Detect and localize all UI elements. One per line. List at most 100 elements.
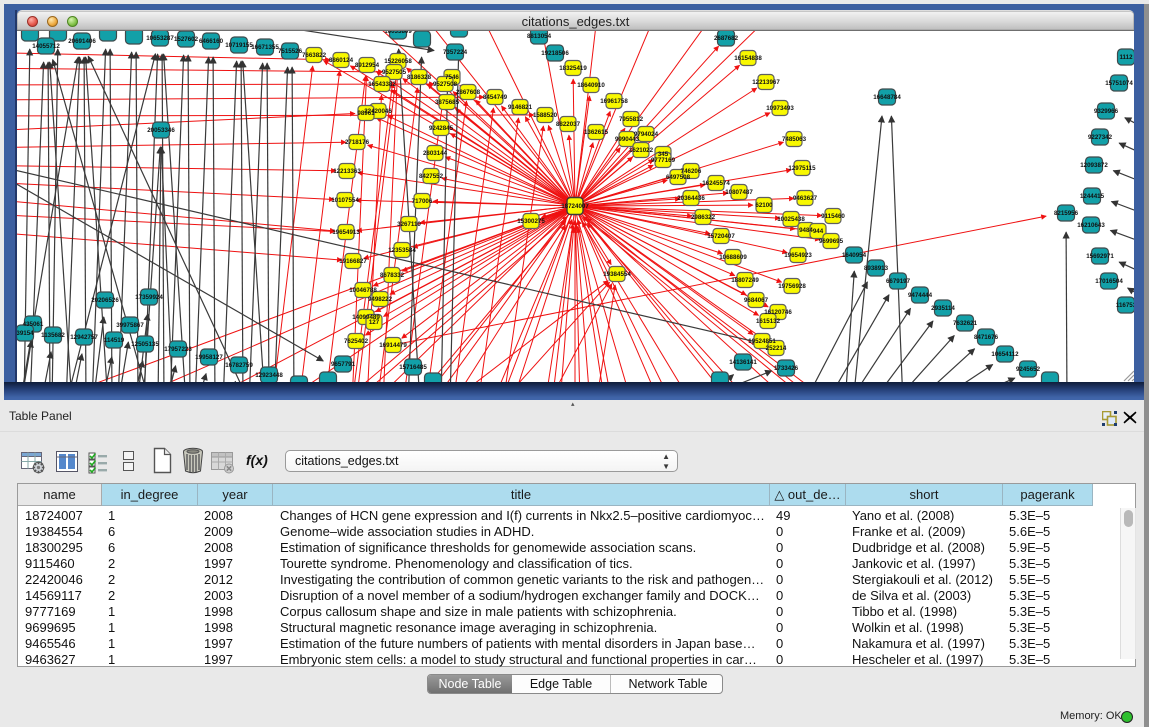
svg-text:15716485: 15716485: [399, 364, 427, 371]
svg-text:9329966: 9329966: [1094, 108, 1119, 115]
svg-text:8938913: 8938913: [864, 265, 889, 272]
svg-text:39154: 39154: [17, 330, 34, 337]
svg-text:9657791: 9657791: [331, 361, 356, 368]
svg-text:8454749: 8454749: [483, 94, 508, 101]
svg-text:18640910: 18640910: [577, 82, 605, 89]
svg-text:1135682: 1135682: [41, 332, 65, 339]
svg-text:16961758: 16961758: [600, 98, 628, 105]
svg-text:20053346: 20053346: [147, 127, 175, 134]
svg-text:98961: 98961: [357, 110, 375, 117]
svg-text:2687682: 2687682: [714, 35, 739, 42]
svg-text:944: 944: [813, 228, 824, 235]
svg-text:15751074: 15751074: [1105, 80, 1133, 87]
svg-text:20206526: 20206526: [91, 297, 119, 304]
svg-text:9242845: 9242845: [429, 125, 454, 132]
svg-text:7663822: 7663822: [302, 52, 327, 59]
svg-text:12942757: 12942757: [70, 334, 98, 341]
svg-text:746206: 746206: [681, 168, 702, 175]
svg-text:7632621: 7632621: [953, 320, 978, 327]
svg-text:8186328: 8186328: [407, 74, 432, 81]
svg-text:16033809: 16033809: [384, 31, 412, 35]
svg-text:8813054: 8813054: [527, 33, 552, 40]
svg-text:10654112: 10654112: [991, 351, 1019, 358]
svg-text:19218506: 19218506: [541, 50, 569, 57]
svg-text:9115460: 9115460: [821, 213, 845, 220]
svg-text:10719155: 10719155: [225, 42, 253, 49]
svg-text:10807487: 10807487: [725, 189, 753, 196]
svg-text:8427552: 8427552: [419, 173, 444, 180]
svg-text:6497508: 6497508: [666, 174, 691, 181]
svg-text:16154838: 16154838: [734, 55, 762, 62]
svg-text:1362615: 1362615: [584, 129, 609, 136]
svg-text:19166827: 19166827: [339, 258, 367, 265]
svg-text:15692971: 15692971: [1086, 253, 1114, 260]
svg-text:9484: 9484: [799, 227, 813, 234]
svg-text:114519: 114519: [104, 337, 125, 344]
svg-text:17957223: 17957223: [164, 346, 192, 353]
svg-text:10025438: 10025438: [777, 216, 805, 223]
svg-text:19384554: 19384554: [603, 271, 631, 278]
svg-text:16671355: 16671355: [251, 44, 279, 51]
svg-text:9498222: 9498222: [368, 296, 393, 303]
svg-text:9794024: 9794024: [634, 131, 659, 138]
svg-text:9245652: 9245652: [1016, 366, 1041, 373]
svg-text:14136141: 14136141: [729, 359, 757, 366]
svg-text:7625402: 7625402: [344, 338, 369, 345]
svg-text:20691406: 20691406: [68, 38, 96, 45]
svg-text:39975867: 39975867: [116, 322, 144, 329]
svg-text:17359924: 17359924: [135, 294, 163, 301]
svg-text:1244415: 1244415: [1080, 193, 1105, 200]
svg-text:10653287: 10653287: [146, 35, 174, 42]
svg-text:116753: 116753: [1116, 302, 1134, 309]
svg-text:1527602: 1527602: [174, 36, 199, 43]
svg-text:12975115: 12975115: [788, 165, 816, 172]
svg-text:14055712: 14055712: [32, 43, 60, 50]
svg-text:12213967: 12213967: [752, 79, 780, 86]
svg-text:7357224: 7357224: [443, 49, 468, 56]
svg-text:12353584: 12353584: [388, 247, 416, 254]
svg-text:9527508: 9527508: [433, 81, 458, 88]
svg-text:7955812: 7955812: [619, 116, 644, 123]
svg-text:8678332: 8678332: [380, 272, 405, 279]
svg-text:127: 127: [369, 319, 380, 326]
svg-text:12093872: 12093872: [1080, 162, 1108, 169]
svg-text:6679197: 6679197: [886, 278, 911, 285]
svg-text:12213363: 12213363: [333, 168, 361, 175]
svg-text:3875685: 3875685: [435, 99, 460, 106]
svg-text:10688609: 10688609: [719, 254, 747, 261]
svg-text:15720407: 15720407: [707, 233, 735, 240]
svg-text:16210643: 16210643: [1077, 222, 1105, 229]
svg-text:9146821: 9146821: [508, 104, 533, 111]
svg-text:15226058: 15226058: [384, 58, 412, 65]
svg-text:6466160: 6466160: [199, 38, 224, 45]
svg-text:10107554: 10107554: [331, 197, 359, 204]
svg-text:18724007: 18724007: [561, 203, 589, 210]
svg-text:9474444: 9474444: [908, 292, 933, 299]
svg-text:18807249: 18807249: [731, 277, 759, 284]
svg-text:17016504: 17016504: [1095, 278, 1123, 285]
svg-text:435061: 435061: [23, 321, 44, 328]
svg-text:1640954: 1640954: [842, 252, 867, 259]
svg-text:19524851: 19524851: [748, 338, 776, 345]
svg-text:8822037: 8822037: [556, 121, 581, 128]
svg-text:19756928: 19756928: [778, 283, 806, 290]
svg-text:717006: 717006: [412, 198, 433, 205]
svg-text:16120746: 16120746: [764, 309, 792, 316]
svg-text:8912954: 8912954: [355, 62, 380, 69]
svg-text:12923448: 12923448: [255, 372, 283, 379]
svg-text:1588520: 1588520: [533, 112, 558, 119]
svg-text:16914479: 16914479: [379, 342, 407, 349]
svg-text:19958127: 19958127: [195, 354, 223, 361]
svg-text:1733426: 1733426: [774, 365, 799, 372]
svg-text:12505135: 12505135: [131, 341, 159, 348]
svg-text:9227342: 9227342: [1088, 134, 1113, 141]
svg-text:2718176: 2718176: [345, 139, 370, 146]
svg-text:19654913: 19654913: [332, 229, 360, 236]
svg-text:20364436: 20364436: [677, 195, 705, 202]
svg-text:1112: 1112: [1119, 54, 1133, 61]
svg-text:7515526: 7515526: [278, 48, 303, 55]
svg-text:1621022: 1621022: [629, 147, 654, 154]
svg-text:15300275: 15300275: [517, 218, 545, 225]
svg-text:2867608: 2867608: [456, 89, 481, 96]
svg-text:16648784: 16648784: [873, 94, 901, 101]
